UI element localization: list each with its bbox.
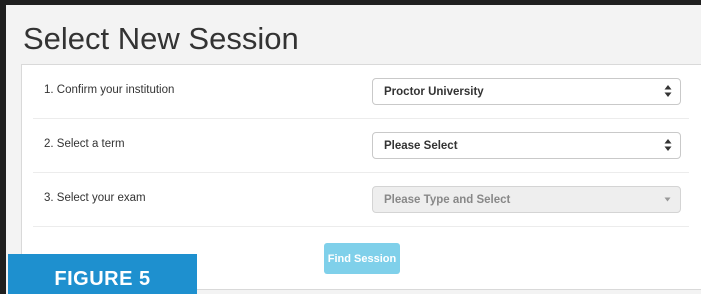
chevron-down-icon — [664, 197, 671, 202]
form-row-institution: 1. Confirm your institution Proctor Univ… — [33, 65, 689, 119]
form-row-exam: 3. Select your exam Please Type and Sele… — [33, 173, 689, 227]
page-title: Select New Session — [23, 21, 299, 56]
up-down-caret-icon — [664, 139, 672, 151]
institution-select-value: Proctor University — [384, 86, 484, 98]
form-row-term: 2. Select a term Please Select — [33, 119, 689, 173]
exam-label: 3. Select your exam — [44, 192, 146, 204]
term-label: 2. Select a term — [44, 138, 125, 150]
term-select[interactable]: Please Select — [372, 132, 681, 159]
exam-select[interactable]: Please Type and Select — [372, 186, 681, 213]
institution-label: 1. Confirm your institution — [44, 84, 175, 96]
term-select-value: Please Select — [384, 140, 458, 152]
figure-label-badge: FIGURE 5 — [8, 254, 197, 294]
exam-select-value: Please Type and Select — [384, 194, 511, 206]
up-down-caret-icon — [664, 85, 672, 97]
institution-select[interactable]: Proctor University — [372, 78, 681, 105]
find-session-button[interactable]: Find Session — [324, 243, 400, 274]
